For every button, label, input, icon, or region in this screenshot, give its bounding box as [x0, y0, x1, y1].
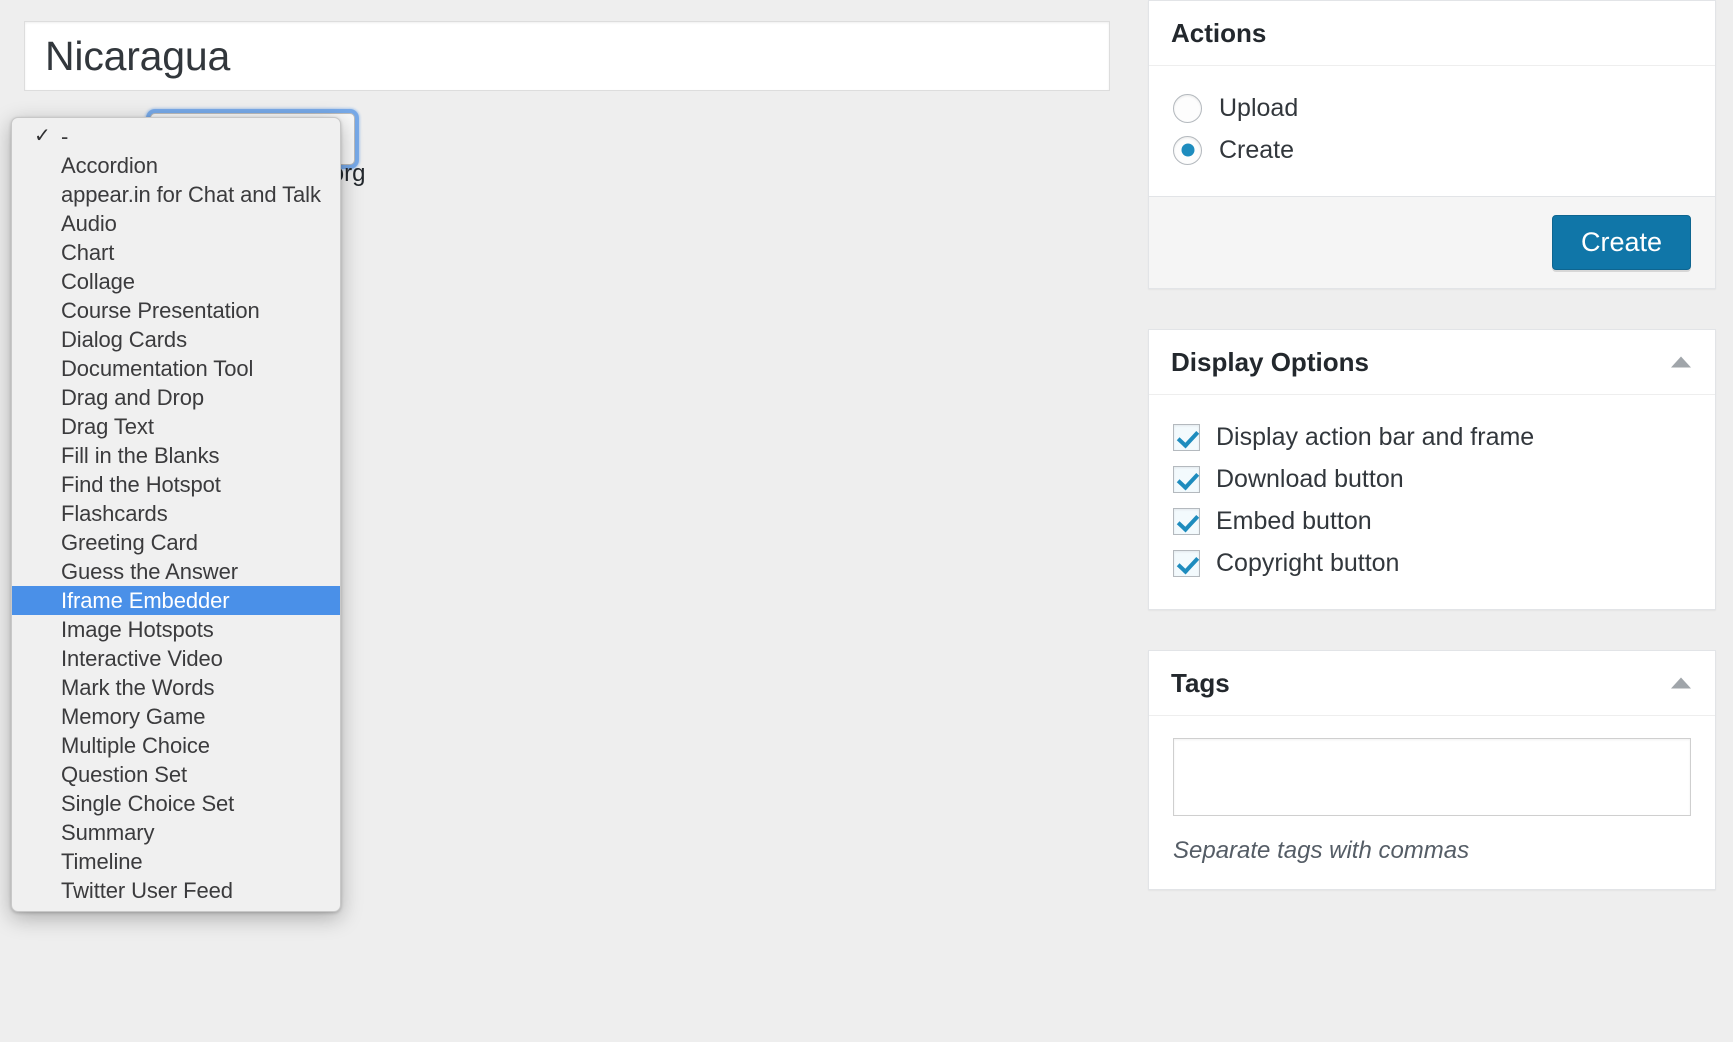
checkbox[interactable]: [1173, 507, 1200, 535]
actions-panel: Actions Upload Create Create: [1148, 0, 1716, 289]
main-content-column: Nicaragua s on h5p.org -Accordionappear.…: [0, 0, 1120, 1042]
checkbox-row[interactable]: Embed button: [1173, 501, 1691, 541]
dropdown-option[interactable]: Flashcards: [12, 499, 340, 528]
radio-button[interactable]: [1173, 93, 1202, 123]
checkbox-row[interactable]: Copyright button: [1173, 543, 1691, 583]
dropdown-option[interactable]: Timeline: [12, 847, 340, 876]
radio-label: Upload: [1219, 93, 1299, 122]
checkbox-label: Embed button: [1216, 506, 1372, 535]
actions-panel-body: Upload Create: [1149, 66, 1715, 196]
dropdown-option[interactable]: Single Choice Set: [12, 789, 340, 818]
triangle-up-icon[interactable]: [1671, 677, 1691, 689]
dropdown-option[interactable]: Find the Hotspot: [12, 470, 340, 499]
dropdown-option[interactable]: Dialog Cards: [12, 325, 340, 354]
dropdown-option[interactable]: Collage: [12, 267, 340, 296]
title-input-value: Nicaragua: [45, 32, 231, 79]
dropdown-option[interactable]: -: [12, 122, 340, 151]
triangle-up-icon[interactable]: [1671, 356, 1691, 368]
display-options-panel-body: Display action bar and frame Download but…: [1149, 395, 1715, 609]
page-root: Nicaragua s on h5p.org -Accordionappear.…: [0, 0, 1733, 1042]
display-options-panel: Display Options Display action bar and f…: [1148, 329, 1716, 610]
radio-row[interactable]: Create: [1173, 130, 1691, 170]
dropdown-option[interactable]: Question Set: [12, 760, 340, 789]
display-options-panel-title: Display Options: [1171, 346, 1369, 377]
checkbox[interactable]: [1173, 465, 1200, 493]
dropdown-option[interactable]: Course Presentation: [12, 296, 340, 325]
tags-hint: Separate tags with commas: [1173, 837, 1470, 864]
dropdown-option[interactable]: Memory Game: [12, 702, 340, 731]
dropdown-option[interactable]: Documentation Tool: [12, 354, 340, 383]
dropdown-option[interactable]: Iframe Embedder: [12, 586, 340, 615]
checkbox-label: Display action bar and frame: [1216, 422, 1535, 451]
actions-panel-footer: Create: [1149, 196, 1715, 288]
checkbox-label: Download button: [1216, 464, 1404, 493]
create-button[interactable]: Create: [1551, 215, 1691, 270]
radio-row[interactable]: Upload: [1173, 88, 1691, 128]
tags-panel-body: Separate tags with commas: [1149, 716, 1715, 889]
display-options-panel-header[interactable]: Display Options: [1149, 330, 1715, 395]
actions-panel-header: Actions: [1149, 1, 1715, 66]
dropdown-option[interactable]: Fill in the Blanks: [12, 441, 340, 470]
checkbox[interactable]: [1173, 549, 1200, 577]
content-type-dropdown[interactable]: -Accordionappear.in for Chat and TalkAud…: [11, 117, 341, 912]
tags-panel: Tags Separate tags with commas: [1148, 650, 1716, 890]
checkbox-row[interactable]: Download button: [1173, 459, 1691, 499]
dropdown-option[interactable]: Drag Text: [12, 412, 340, 441]
dropdown-option[interactable]: appear.in for Chat and Talk: [12, 180, 340, 209]
dropdown-option[interactable]: Twitter User Feed: [12, 876, 340, 905]
tags-input[interactable]: [1173, 738, 1691, 816]
tags-panel-title: Tags: [1171, 667, 1230, 698]
dropdown-option[interactable]: Accordion: [12, 151, 340, 180]
dropdown-option[interactable]: Interactive Video: [12, 644, 340, 673]
dropdown-option[interactable]: Image Hotspots: [12, 615, 340, 644]
dropdown-option[interactable]: Audio: [12, 209, 340, 238]
sidebar-column: Actions Upload Create Create Display Opti…: [1148, 0, 1716, 930]
dropdown-option[interactable]: Mark the Words: [12, 673, 340, 702]
dropdown-option[interactable]: Guess the Answer: [12, 557, 340, 586]
checkbox[interactable]: [1173, 423, 1200, 451]
checkbox-label: Copyright button: [1216, 548, 1400, 577]
dropdown-option[interactable]: Summary: [12, 818, 340, 847]
checkbox-row[interactable]: Display action bar and frame: [1173, 417, 1691, 457]
title-input[interactable]: Nicaragua: [24, 21, 1110, 91]
dropdown-option[interactable]: Chart: [12, 238, 340, 267]
actions-panel-title: Actions: [1171, 17, 1267, 48]
dropdown-option[interactable]: Greeting Card: [12, 528, 340, 557]
radio-label: Create: [1219, 135, 1295, 164]
radio-button[interactable]: [1173, 135, 1202, 165]
dropdown-option[interactable]: Drag and Drop: [12, 383, 340, 412]
tags-panel-header[interactable]: Tags: [1149, 651, 1715, 716]
dropdown-option[interactable]: Multiple Choice: [12, 731, 340, 760]
